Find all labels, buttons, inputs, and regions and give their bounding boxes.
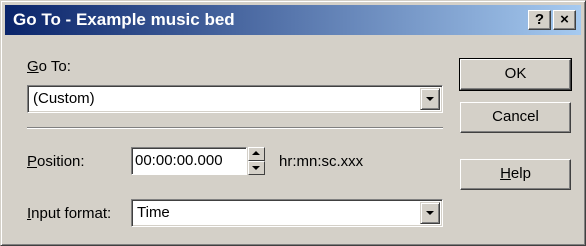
ok-button[interactable]: OK [459,58,572,91]
goto-label: Go To: [27,58,71,75]
window-title: Go To - Example music bed [13,10,235,29]
goto-dropdown-button[interactable] [420,88,440,110]
position-value: 00:00:00.000 [135,152,223,169]
help-icon[interactable]: ? [528,10,551,30]
position-input[interactable]: 00:00:00.000 [131,147,247,175]
chevron-down-icon [426,97,434,101]
title-bar[interactable]: Go To - Example music bed ? × [5,5,581,35]
spin-down-button[interactable] [248,161,265,175]
position-label: Position: [27,153,85,170]
chevron-down-icon [426,211,434,215]
goto-value: (Custom) [33,90,95,107]
goto-select[interactable]: (Custom) [27,85,443,113]
input-format-value: Time [137,204,170,221]
input-format-select[interactable]: Time [131,199,443,227]
cancel-button[interactable]: Cancel [460,102,571,133]
spin-up-button[interactable] [248,147,265,161]
input-format-dropdown-button[interactable] [420,202,440,224]
position-units: hr:mn:sc.xxx [279,153,364,170]
input-format-label: Input format: [27,205,112,222]
help-button[interactable]: Help [460,159,571,190]
arrow-down-icon [252,166,260,170]
close-icon[interactable]: × [553,10,576,30]
separator [27,127,443,129]
arrow-up-icon [252,151,260,155]
goto-dialog: Go To - Example music bed ? × Go To: (Cu… [0,0,586,246]
